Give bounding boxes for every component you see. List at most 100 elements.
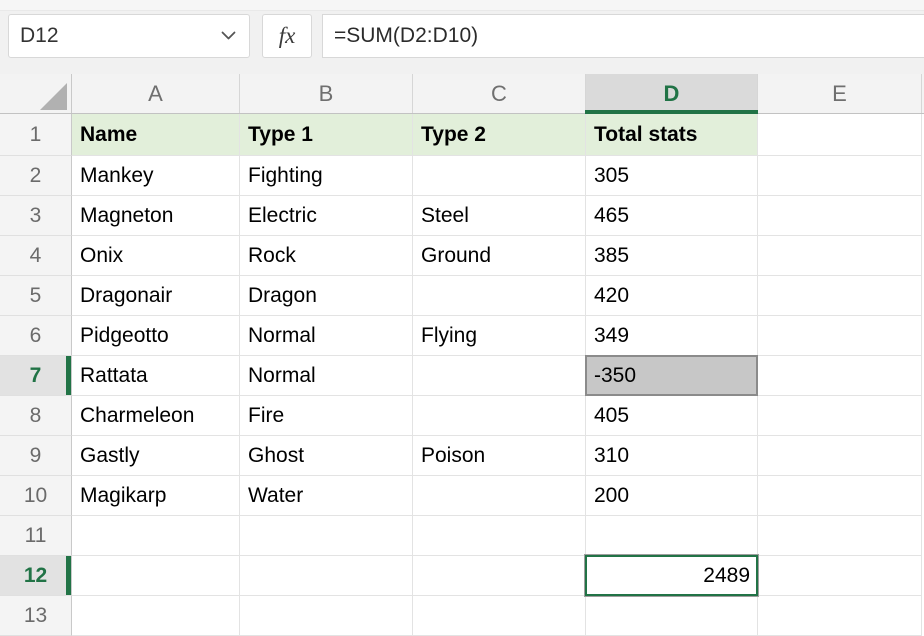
row-10: 10 Magikarp Water 200 [0, 476, 924, 516]
cell-B7[interactable]: Normal [240, 356, 413, 396]
cell-D9[interactable]: 310 [586, 436, 758, 476]
cell-value-C9: Poison [421, 444, 485, 468]
cell-D5[interactable]: 420 [586, 276, 758, 316]
column-header-row: ABCDE [0, 74, 924, 114]
cell-B8[interactable]: Fire [240, 396, 413, 436]
formula-input[interactable]: =SUM(D2:D10) [322, 14, 924, 58]
cell-C5[interactable] [413, 276, 586, 316]
select-all-corner[interactable] [0, 74, 72, 113]
row-header-11[interactable]: 11 [0, 516, 72, 556]
cell-B3[interactable]: Electric [240, 196, 413, 236]
cell-E2[interactable] [758, 156, 922, 196]
cell-A12[interactable] [72, 556, 240, 596]
row-header-2[interactable]: 2 [0, 156, 72, 196]
cell-D7[interactable]: -350 [586, 356, 758, 396]
column-header-A[interactable]: A [72, 74, 240, 113]
column-header-C[interactable]: C [413, 74, 586, 113]
cell-A3[interactable]: Magneton [72, 196, 240, 236]
cell-D3[interactable]: 465 [586, 196, 758, 236]
cell-D2[interactable]: 305 [586, 156, 758, 196]
cell-E7[interactable] [758, 356, 922, 396]
column-header-E[interactable]: E [758, 74, 922, 113]
insert-function-button[interactable]: fx [262, 14, 312, 58]
cell-D12[interactable]: 2489 [586, 556, 758, 596]
cell-B11[interactable] [240, 516, 413, 556]
cell-E9[interactable] [758, 436, 922, 476]
cell-C1[interactable]: Type 2 [413, 114, 586, 156]
cell-value-D5: 420 [594, 284, 629, 308]
cell-C12[interactable] [413, 556, 586, 596]
cell-A1[interactable]: Name [72, 114, 240, 156]
cell-E4[interactable] [758, 236, 922, 276]
cell-A13[interactable] [72, 596, 240, 636]
cell-C4[interactable]: Ground [413, 236, 586, 276]
row-header-12[interactable]: 12 [0, 556, 72, 596]
cell-E5[interactable] [758, 276, 922, 316]
cell-B9[interactable]: Ghost [240, 436, 413, 476]
column-header-D[interactable]: D [586, 74, 758, 113]
cell-D8[interactable]: 405 [586, 396, 758, 436]
cell-D4[interactable]: 385 [586, 236, 758, 276]
cell-value-D3: 465 [594, 204, 629, 228]
name-box[interactable]: D12 [8, 14, 250, 58]
row-header-3[interactable]: 3 [0, 196, 72, 236]
cell-B12[interactable] [240, 556, 413, 596]
cell-B6[interactable]: Normal [240, 316, 413, 356]
cell-A9[interactable]: Gastly [72, 436, 240, 476]
cell-C13[interactable] [413, 596, 586, 636]
grid-rows: 1NameType 1Type 2Total stats 2MankeyFight… [0, 114, 924, 636]
cell-D6[interactable]: 349 [586, 316, 758, 356]
cell-C11[interactable] [413, 516, 586, 556]
row-header-13[interactable]: 13 [0, 596, 72, 636]
cell-B2[interactable]: Fighting [240, 156, 413, 196]
cell-E3[interactable] [758, 196, 922, 236]
cell-C3[interactable]: Steel [413, 196, 586, 236]
cell-E11[interactable] [758, 516, 922, 556]
cell-A2[interactable]: Mankey [72, 156, 240, 196]
row-header-1[interactable]: 1 [0, 114, 72, 156]
cell-E13[interactable] [758, 596, 922, 636]
cell-D1[interactable]: Total stats [586, 114, 758, 156]
row-header-10[interactable]: 10 [0, 476, 72, 516]
cell-C2[interactable] [413, 156, 586, 196]
cell-value-A10: Magikarp [80, 484, 166, 508]
cell-E1[interactable] [758, 114, 922, 156]
cell-B10[interactable]: Water [240, 476, 413, 516]
row-header-7[interactable]: 7 [0, 356, 72, 396]
row-header-8[interactable]: 8 [0, 396, 72, 436]
cell-B4[interactable]: Rock [240, 236, 413, 276]
row-header-9[interactable]: 9 [0, 436, 72, 476]
row-header-6[interactable]: 6 [0, 316, 72, 356]
cell-E12[interactable] [758, 556, 922, 596]
cell-value-B10: Water [248, 484, 303, 508]
name-box-value: D12 [20, 24, 59, 48]
cell-E8[interactable] [758, 396, 922, 436]
cell-A8[interactable]: Charmeleon [72, 396, 240, 436]
cell-A6[interactable]: Pidgeotto [72, 316, 240, 356]
cell-E10[interactable] [758, 476, 922, 516]
cell-value-D8: 405 [594, 404, 629, 428]
cell-A11[interactable] [72, 516, 240, 556]
cell-C8[interactable] [413, 396, 586, 436]
cell-C7[interactable] [413, 356, 586, 396]
cell-A5[interactable]: Dragonair [72, 276, 240, 316]
cell-A10[interactable]: Magikarp [72, 476, 240, 516]
cell-E6[interactable] [758, 316, 922, 356]
cell-A4[interactable]: Onix [72, 236, 240, 276]
cell-value-A7: Rattata [80, 364, 148, 388]
row-header-5[interactable]: 5 [0, 276, 72, 316]
cell-C10[interactable] [413, 476, 586, 516]
cell-B13[interactable] [240, 596, 413, 636]
cell-C6[interactable]: Flying [413, 316, 586, 356]
cell-D10[interactable]: 200 [586, 476, 758, 516]
chevron-down-icon[interactable] [221, 31, 236, 41]
cell-B1[interactable]: Type 1 [240, 114, 413, 156]
cell-value-D9: 310 [594, 444, 629, 468]
column-header-B[interactable]: B [240, 74, 413, 113]
cell-A7[interactable]: Rattata [72, 356, 240, 396]
cell-D13[interactable] [586, 596, 758, 636]
cell-D11[interactable] [586, 516, 758, 556]
cell-C9[interactable]: Poison [413, 436, 586, 476]
row-header-4[interactable]: 4 [0, 236, 72, 276]
cell-B5[interactable]: Dragon [240, 276, 413, 316]
